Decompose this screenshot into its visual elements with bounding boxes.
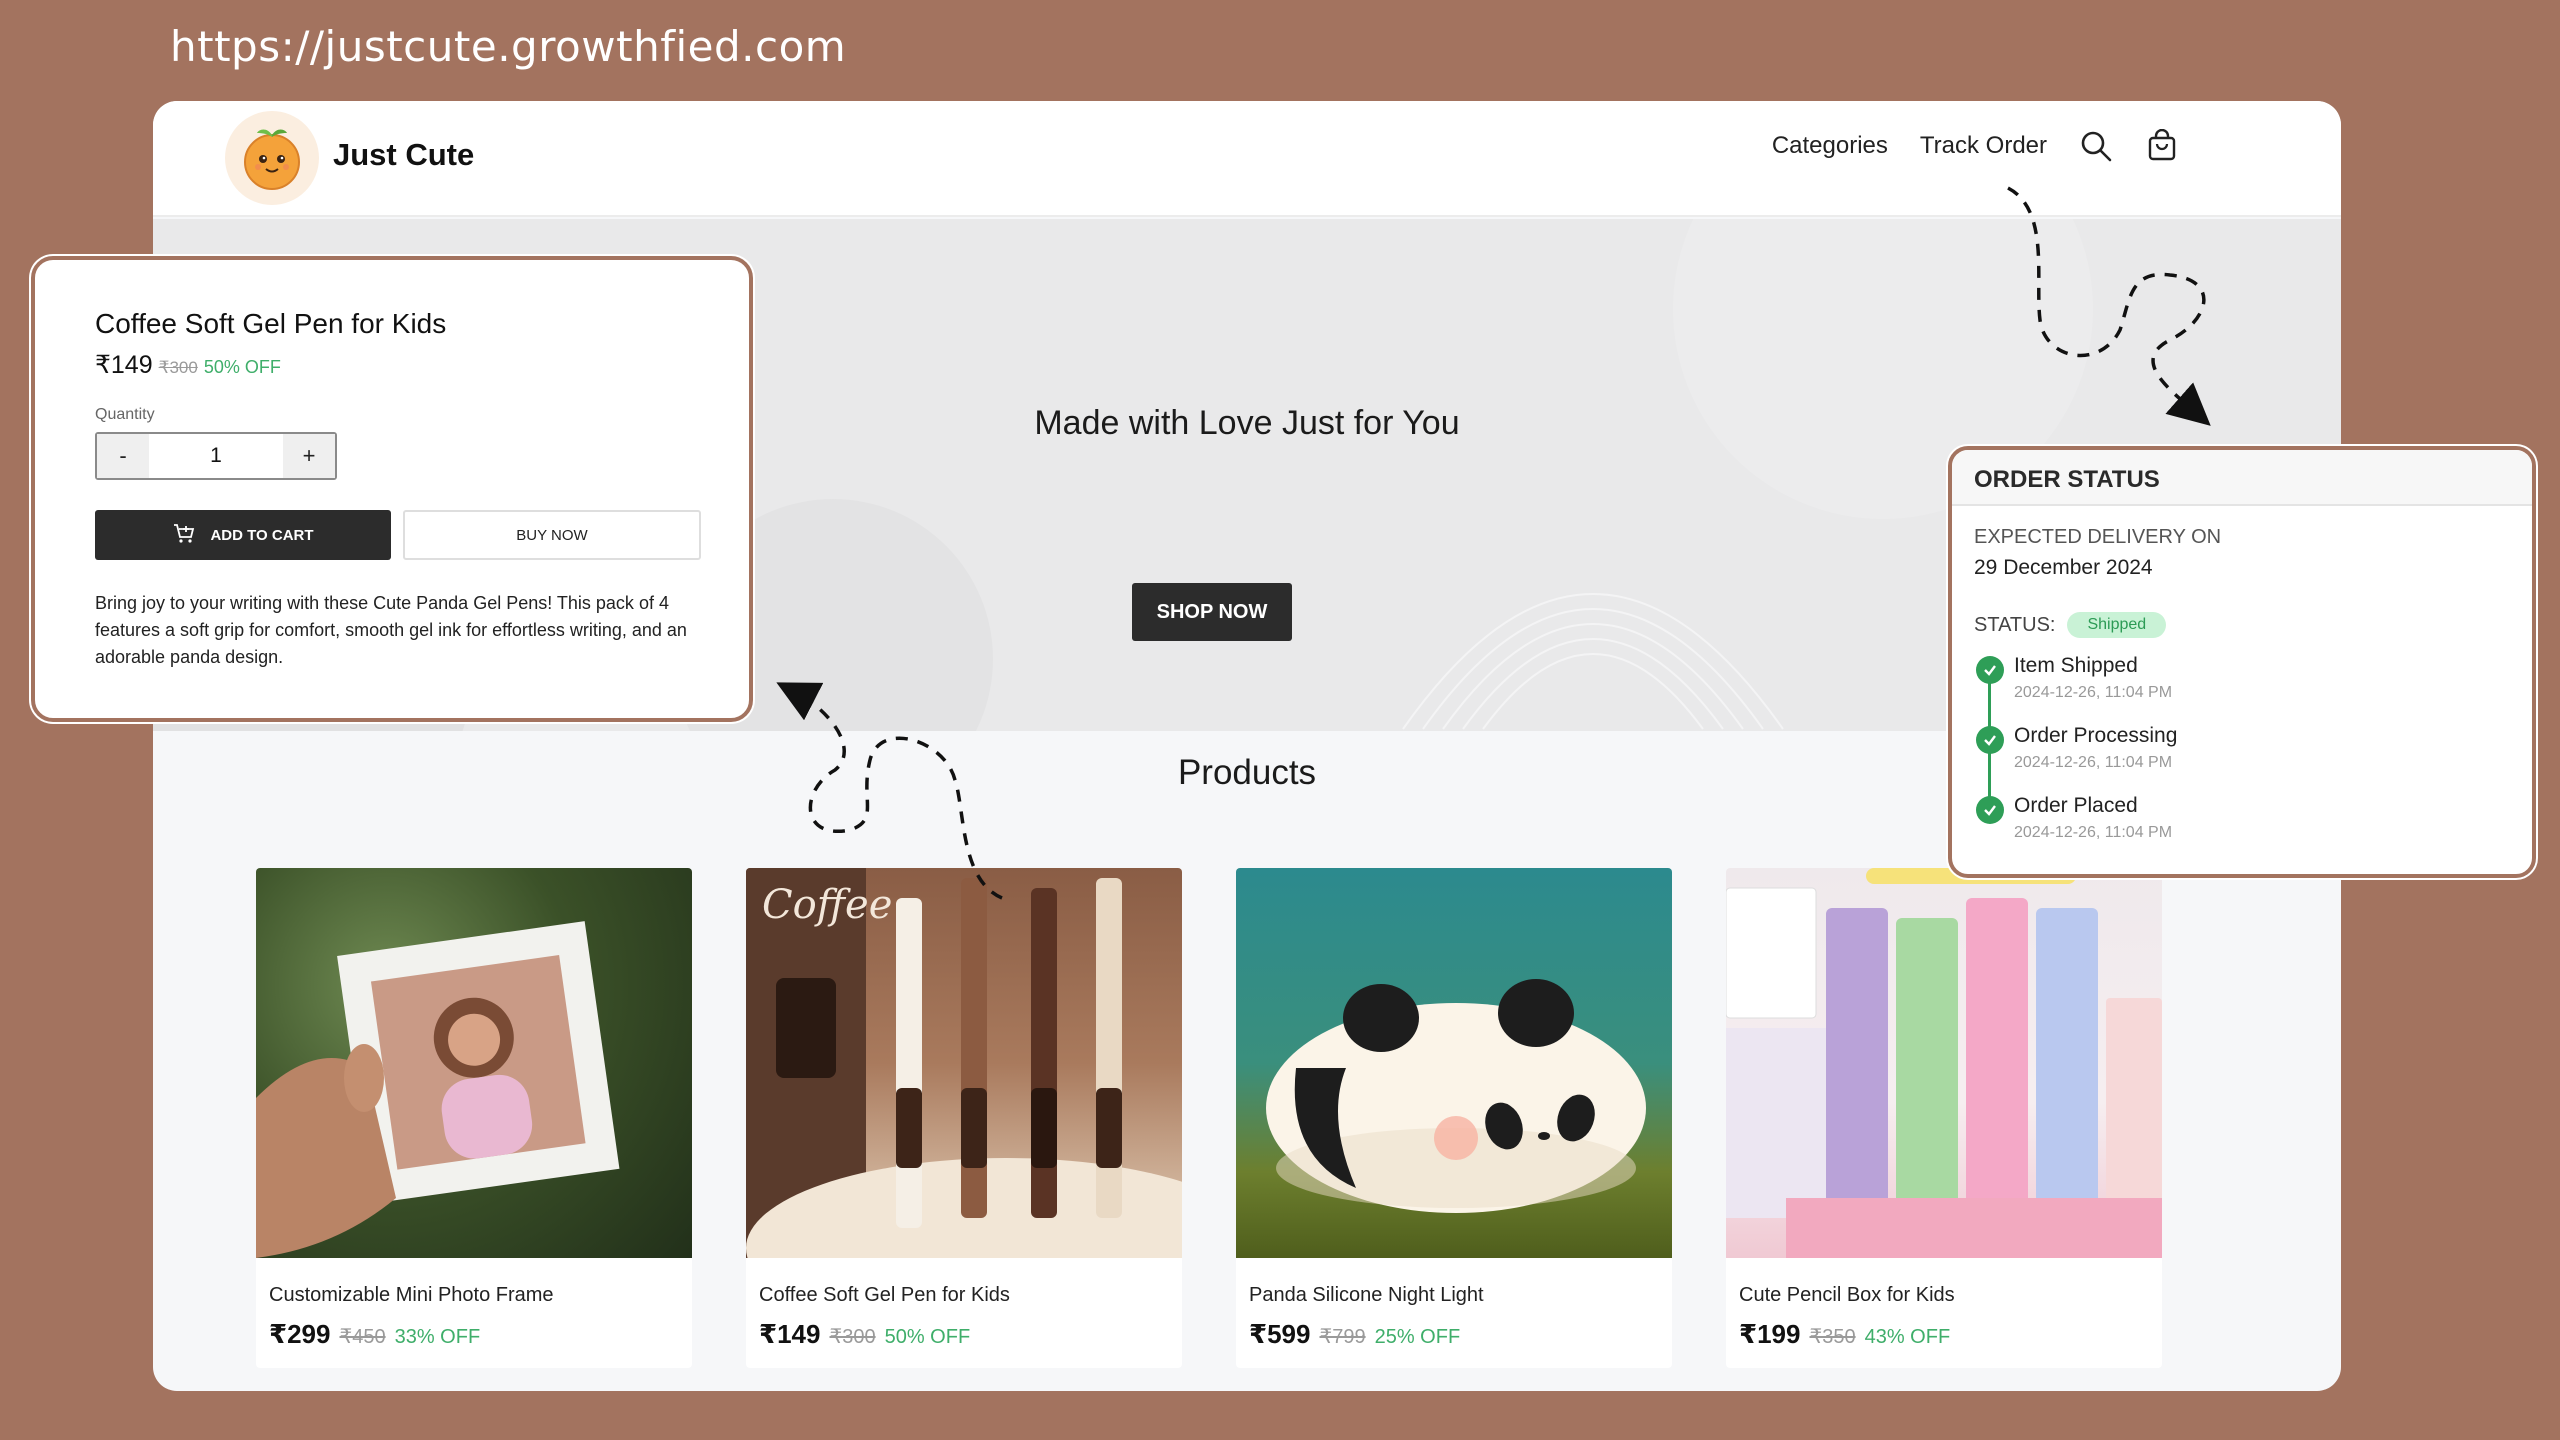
- check-icon: [1976, 656, 2004, 684]
- price-discount: 50% OFF: [884, 1326, 971, 1348]
- timeline-title: Order Placed: [2014, 794, 2138, 817]
- expected-delivery-date: 29 December 2024: [1974, 556, 2153, 579]
- product-price: ₹299 ₹450 33% OFF: [269, 1319, 692, 1350]
- shop-now-button[interactable]: SHOP NOW: [1132, 583, 1292, 641]
- product-detail-price: ₹149 ₹300 50% OFF: [95, 350, 281, 380]
- quantity-label: Quantity: [95, 406, 155, 423]
- timeline-title: Item Shipped: [2014, 654, 2138, 677]
- price-current: ₹199: [1739, 1319, 1801, 1349]
- logo-orange-icon[interactable]: [225, 111, 319, 205]
- order-status-row: STATUS: Shipped: [1974, 612, 2167, 638]
- price-discount: 43% OFF: [1864, 1326, 1951, 1348]
- add-cart-icon: [172, 521, 196, 549]
- product-price: ₹149 ₹300 50% OFF: [759, 1319, 1182, 1350]
- product-card[interactable]: Coffee Coffee Soft Gel Pen for Kids ₹149…: [746, 868, 1182, 1368]
- timeline-item: Item Shipped 2024-12-26, 11:04 PM: [1974, 654, 2177, 724]
- brand-name[interactable]: Just Cute: [333, 137, 474, 173]
- product-price: ₹599 ₹799 25% OFF: [1249, 1319, 1672, 1350]
- order-status-panel: ORDER STATUS EXPECTED DELIVERY ON 29 Dec…: [1948, 446, 2536, 878]
- page-url: https://justcute.growthfied.com: [170, 22, 847, 71]
- product-card[interactable]: Cute Pencil Box for Kids ₹199 ₹350 43% O…: [1726, 868, 2162, 1368]
- price-current: ₹299: [269, 1319, 331, 1349]
- expected-delivery-label: EXPECTED DELIVERY ON: [1974, 526, 2222, 548]
- quantity-stepper: - 1 +: [95, 432, 337, 480]
- order-timeline: Item Shipped 2024-12-26, 11:04 PM Order …: [1974, 654, 2177, 864]
- status-badge: Shipped: [2067, 612, 2167, 638]
- search-icon[interactable]: [2079, 129, 2113, 163]
- status-label: STATUS:: [1974, 613, 2056, 636]
- timeline-item: Order Placed 2024-12-26, 11:04 PM: [1974, 794, 2177, 864]
- product-image-pencil-box[interactable]: [1726, 868, 2162, 1258]
- check-icon: [1976, 796, 2004, 824]
- site-header: Just Cute Categories Track Order: [153, 101, 2341, 217]
- price-current: ₹149: [95, 351, 153, 379]
- timeline-item: Order Processing 2024-12-26, 11:04 PM: [1974, 724, 2177, 794]
- nav-categories[interactable]: Categories: [1772, 132, 1888, 160]
- product-image-photo-frame[interactable]: [256, 868, 692, 1258]
- quantity-input[interactable]: 1: [149, 434, 283, 478]
- nav-track-order[interactable]: Track Order: [1920, 132, 2047, 160]
- product-name[interactable]: Cute Pencil Box for Kids: [1739, 1284, 2162, 1307]
- add-to-cart-label: ADD TO CART: [210, 526, 314, 544]
- price-current: ₹149: [759, 1319, 821, 1349]
- price-current: ₹599: [1249, 1319, 1311, 1349]
- product-grid: Customizable Mini Photo Frame ₹299 ₹450 …: [256, 868, 2168, 1368]
- quantity-increase-button[interactable]: +: [283, 434, 335, 478]
- price-discount: 33% OFF: [394, 1326, 481, 1348]
- price-original: ₹450: [339, 1326, 386, 1348]
- product-description: Bring joy to your writing with these Cut…: [95, 593, 687, 667]
- price-original: ₹300: [829, 1326, 876, 1348]
- price-discount: 50% OFF: [203, 357, 281, 377]
- product-name[interactable]: Customizable Mini Photo Frame: [269, 1284, 692, 1307]
- add-to-cart-button[interactable]: ADD TO CART: [95, 510, 391, 560]
- main-nav: Categories Track Order: [1772, 129, 2179, 163]
- price-discount: 25% OFF: [1374, 1326, 1461, 1348]
- product-detail-title: Coffee Soft Gel Pen for Kids: [95, 308, 447, 339]
- product-detail-panel: Coffee Soft Gel Pen for Kids ₹149 ₹300 5…: [31, 256, 753, 722]
- product-price: ₹199 ₹350 43% OFF: [1739, 1319, 2162, 1350]
- cart-icon[interactable]: [2145, 129, 2179, 163]
- price-original: ₹350: [1809, 1326, 1856, 1348]
- product-card[interactable]: Panda Silicone Night Light ₹599 ₹799 25%…: [1236, 868, 1672, 1368]
- order-status-title: ORDER STATUS: [1952, 450, 2532, 506]
- buy-now-button[interactable]: BUY NOW: [403, 510, 701, 560]
- timeline-title: Order Processing: [2014, 724, 2178, 747]
- quantity-decrease-button[interactable]: -: [97, 434, 149, 478]
- product-image-panda-light[interactable]: [1236, 868, 1672, 1258]
- timeline-time: 2024-12-26, 11:04 PM: [2014, 684, 2173, 701]
- hero-wave-lines: [1402, 593, 1784, 730]
- product-name[interactable]: Coffee Soft Gel Pen for Kids: [759, 1284, 1182, 1307]
- timeline-time: 2024-12-26, 11:04 PM: [2014, 824, 2173, 841]
- product-name[interactable]: Panda Silicone Night Light: [1249, 1284, 1672, 1307]
- product-card[interactable]: Customizable Mini Photo Frame ₹299 ₹450 …: [256, 868, 692, 1368]
- svg-text:Coffee: Coffee: [762, 882, 892, 928]
- timeline-time: 2024-12-26, 11:04 PM: [2014, 754, 2173, 771]
- price-original: ₹799: [1319, 1326, 1366, 1348]
- product-image-gel-pen[interactable]: Coffee: [746, 868, 1182, 1258]
- check-icon: [1976, 726, 2004, 754]
- price-original: ₹300: [158, 358, 198, 377]
